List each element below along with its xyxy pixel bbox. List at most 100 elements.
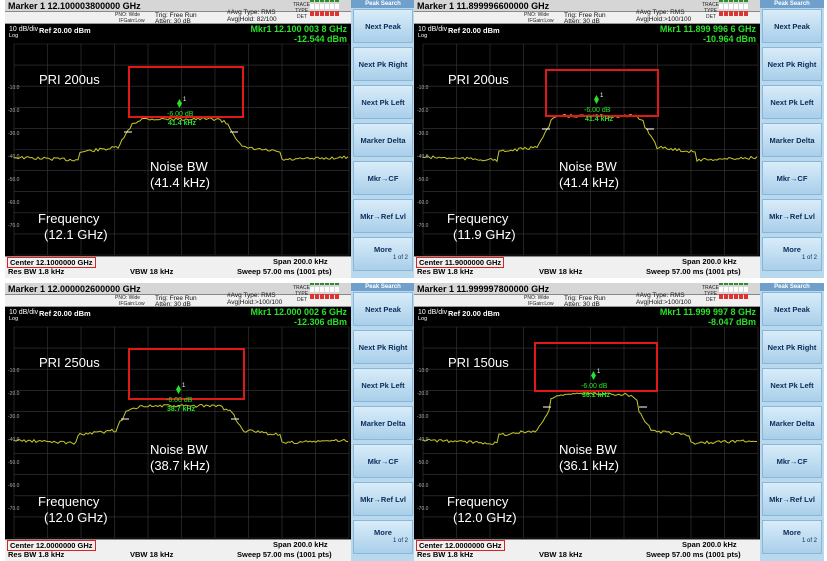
more-page: 1 of 2 (801, 538, 817, 544)
menu-button-marker-delta[interactable]: Marker Delta (762, 406, 822, 440)
menu-title: Peak Search (760, 283, 824, 291)
frequency-label: Frequency (38, 211, 100, 226)
menu-button-mkr-cf[interactable]: Mkr→CF (353, 161, 413, 195)
menu-button-marker-delta[interactable]: Marker Delta (353, 406, 413, 440)
trace-indicators (719, 0, 757, 16)
span-value[interactable]: Span 200.0 kHz (273, 257, 328, 266)
marker-delta-db: -6.00 dB (584, 107, 611, 114)
menu-button-marker-delta[interactable]: Marker Delta (762, 123, 822, 157)
menu-button-next-pk-right[interactable]: Next Pk Right (762, 330, 822, 364)
menu-title: Peak Search (351, 0, 415, 8)
menu-button-next-pk-left[interactable]: Next Pk Left (353, 85, 413, 119)
menu-button-next-peak[interactable]: Next Peak (762, 9, 822, 43)
menu-button-next-pk-left[interactable]: Next Pk Left (353, 368, 413, 402)
analyzer-panel-3: Marker 1 12.000002600000 GHz PNO: Wide I… (5, 283, 415, 561)
peak-search-menu: Peak Search Next Peak Next Pk Right Next P… (760, 0, 824, 278)
vbw-value[interactable]: VBW 18 kHz (130, 550, 173, 559)
sweep-value[interactable]: Sweep 57.00 ms (1001 pts) (237, 267, 332, 276)
y-tick-label: -60.0 (8, 200, 20, 206)
marker-bandwidth: 41.4 kHz (585, 116, 614, 123)
menu-button-next-peak[interactable]: Next Peak (762, 292, 822, 326)
res-bw-value[interactable]: Res BW 1.8 kHz (8, 550, 64, 559)
avg-hold: Avg|Hold:>100/100 (636, 299, 692, 306)
menu-title: Peak Search (351, 283, 415, 291)
sweep-value[interactable]: Sweep 57.00 ms (1001 pts) (646, 550, 741, 559)
menu-button-next-peak[interactable]: Next Peak (353, 292, 413, 326)
status-bar: Center 11.9000000 GHz Span 200.0 kHz Res… (414, 256, 760, 278)
frequency-value: (12.0 GHz) (44, 510, 108, 525)
marker-delta-db: -6.00 dB (167, 111, 194, 118)
y-tick-label: -30.0 (417, 414, 429, 420)
menu-button-mkr-cf[interactable]: Mkr→CF (762, 444, 822, 478)
span-value[interactable]: Span 200.0 kHz (682, 257, 737, 266)
y-tick-label: -10.0 (8, 85, 20, 91)
frequency-value: (11.9 GHz) (453, 227, 516, 242)
menu-button-next-pk-right[interactable]: Next Pk Right (353, 47, 413, 81)
menu-button-mkr-ref-lvl[interactable]: Mkr→Ref Lvl (353, 199, 413, 233)
y-tick-label: -40.0 (8, 154, 20, 160)
noise-bw-label: Noise BW (150, 442, 208, 457)
vbw-value[interactable]: VBW 18 kHz (539, 267, 582, 276)
menu-button-mkr-cf[interactable]: Mkr→CF (762, 161, 822, 195)
avg-type: #Avg Type: RMS (227, 292, 276, 299)
menu-button-mkr-ref-lvl[interactable]: Mkr→Ref Lvl (762, 482, 822, 516)
span-value[interactable]: Span 200.0 kHz (682, 540, 737, 549)
menu-button-mkr-ref-lvl[interactable]: Mkr→Ref Lvl (353, 482, 413, 516)
y-tick-label: -30.0 (8, 414, 20, 420)
menu-button-more[interactable]: More 1 of 2 (353, 520, 413, 554)
sweep-value[interactable]: Sweep 57.00 ms (1001 pts) (646, 267, 741, 276)
marker-amplitude-readout: -10.964 dBm (702, 34, 756, 44)
spectrum-plot[interactable]: 10 dB/div Ref 20.00 dBm Log Mkr1 12.100 … (5, 24, 351, 256)
marker-bandwidth: 36.1 kHz (582, 392, 611, 399)
det-label: DET (297, 297, 307, 303)
frequency-label: Frequency (447, 211, 509, 226)
menu-button-next-peak[interactable]: Next Peak (353, 9, 413, 43)
vbw-value[interactable]: VBW 18 kHz (130, 267, 173, 276)
res-bw-value[interactable]: Res BW 1.8 kHz (417, 267, 473, 276)
menu-button-next-pk-left[interactable]: Next Pk Left (762, 85, 822, 119)
menu-button-more[interactable]: More 1 of 2 (762, 520, 822, 554)
y-tick-label: -30.0 (417, 131, 429, 137)
marker-frequency-readout: Mkr1 12.100 003 8 GHz (250, 24, 347, 34)
spectrum-plot[interactable]: 10 dB/div Ref 20.00 dBm Log Mkr1 12.000 … (5, 307, 351, 539)
menu-button-mkr-cf[interactable]: Mkr→CF (353, 444, 413, 478)
marker-amplitude-readout: -8.047 dBm (707, 317, 756, 327)
reference-level: Ref 20.00 dBm (39, 309, 91, 318)
trace-indicators (310, 283, 348, 299)
marker-amplitude-readout: -12.306 dBm (293, 317, 347, 327)
spectrum-plot[interactable]: 10 dB/div Ref 20.00 dBm Log Mkr1 11.999 … (414, 307, 760, 539)
log-label: Log (9, 33, 19, 39)
marker-number: 1 (600, 93, 604, 99)
marker-frequency-title: Marker 1 12.000002600000 GHz (8, 284, 141, 294)
settings-bar: PNO: Wide IFGain:Low Trig: Free Run Atte… (414, 285, 760, 308)
analyzer-panel-2: Marker 1 11.899996600000 GHz PNO: Wide I… (414, 0, 824, 278)
sweep-value[interactable]: Sweep 57.00 ms (1001 pts) (237, 550, 332, 559)
avg-type: #Avg Type: RMS (227, 9, 276, 16)
res-bw-value[interactable]: Res BW 1.8 kHz (8, 267, 64, 276)
span-value[interactable]: Span 200.0 kHz (273, 540, 328, 549)
frequency-label: Frequency (38, 494, 100, 509)
y-tick-label: -20.0 (417, 108, 429, 114)
menu-button-marker-delta[interactable]: Marker Delta (353, 123, 413, 157)
menu-button-next-pk-left[interactable]: Next Pk Left (762, 368, 822, 402)
menu-button-next-pk-right[interactable]: Next Pk Right (353, 330, 413, 364)
marker-delta-db: -6.00 dB (166, 397, 193, 404)
det-label: DET (297, 14, 307, 20)
menu-button-more[interactable]: More 1 of 2 (353, 237, 413, 271)
scale-label: 10 dB/div (418, 26, 448, 33)
reference-level: Ref 20.00 dBm (448, 309, 500, 318)
menu-button-more[interactable]: More 1 of 2 (762, 237, 822, 271)
more-label: More (783, 245, 801, 254)
vbw-value[interactable]: VBW 18 kHz (539, 550, 582, 559)
settings-bar: PNO: Wide IFGain:Low Trig: Free Run Atte… (5, 285, 351, 308)
menu-button-mkr-ref-lvl[interactable]: Mkr→Ref Lvl (762, 199, 822, 233)
noise-bw-value: (41.4 kHz) (150, 175, 210, 190)
res-bw-value[interactable]: Res BW 1.8 kHz (417, 550, 473, 559)
marker-number: 1 (597, 369, 601, 375)
noise-bw-value: (36.1 kHz) (559, 458, 619, 473)
menu-button-next-pk-right[interactable]: Next Pk Right (762, 47, 822, 81)
spectrum-plot[interactable]: 10 dB/div Ref 20.00 dBm Log Mkr1 11.899 … (414, 24, 760, 256)
frequency-label: Frequency (447, 494, 509, 509)
noise-bw-label: Noise BW (559, 159, 617, 174)
trace-indicators (310, 0, 348, 16)
